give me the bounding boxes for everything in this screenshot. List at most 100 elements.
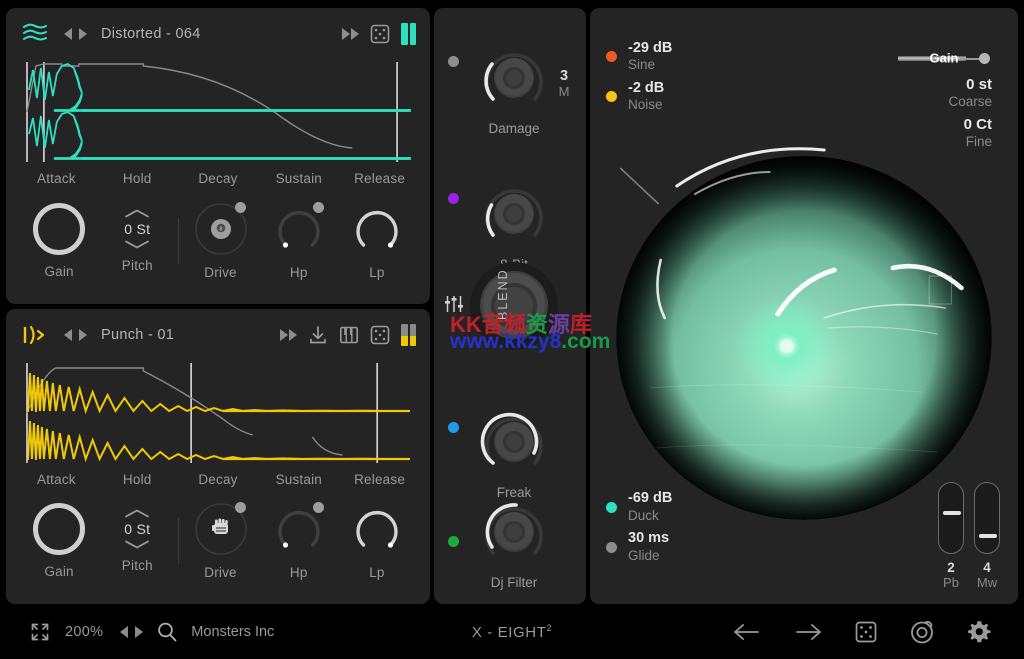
sine-dot[interactable] bbox=[606, 51, 617, 63]
lp-label: Lp bbox=[369, 565, 385, 581]
pitch-stepper[interactable]: 0 St bbox=[124, 209, 150, 249]
search-icon[interactable] bbox=[156, 621, 178, 643]
env-label-hold[interactable]: Hold bbox=[97, 472, 178, 487]
layer-1-envelope-display[interactable] bbox=[6, 60, 430, 164]
readout-glide[interactable]: 30 ms Glide bbox=[606, 530, 669, 564]
env-label-release[interactable]: Release bbox=[339, 171, 420, 186]
freak-knob[interactable] bbox=[478, 406, 550, 478]
svg-text:8: 8 bbox=[219, 226, 222, 232]
blend-knob[interactable] bbox=[466, 258, 562, 354]
download-icon[interactable] bbox=[308, 325, 328, 345]
next-preset-button[interactable] bbox=[79, 328, 87, 341]
pitch-stepper-cell-2: 0 St Pitch bbox=[98, 509, 176, 573]
keyboard-icon[interactable] bbox=[339, 325, 359, 345]
env-label-attack[interactable]: Attack bbox=[16, 171, 97, 186]
chevron-up-icon[interactable] bbox=[124, 509, 150, 518]
arrow-left-icon[interactable] bbox=[732, 620, 762, 644]
env-label-release[interactable]: Release bbox=[339, 472, 420, 487]
mixer-sliders-icon[interactable] bbox=[444, 294, 464, 314]
noise-value: -2 dB bbox=[628, 80, 665, 96]
next-preset-button[interactable] bbox=[79, 28, 87, 40]
fast-forward-icon[interactable] bbox=[280, 328, 297, 341]
lp-knob-cell-1: Lp bbox=[338, 202, 416, 280]
gain-knob[interactable] bbox=[33, 202, 86, 255]
hp-mod-dot[interactable] bbox=[312, 201, 324, 213]
djfilter-knob[interactable] bbox=[478, 496, 550, 568]
drive-label: Drive bbox=[204, 565, 237, 581]
next-icon[interactable] bbox=[135, 625, 144, 638]
djfilter-mod-dot[interactable] bbox=[448, 536, 459, 547]
eightbit-mod-dot[interactable] bbox=[448, 193, 459, 204]
visual-column: -29 dB Sine -2 dB Noise Gain 0 st Coarse… bbox=[590, 8, 1018, 604]
gear-icon[interactable] bbox=[966, 619, 992, 645]
layer-1-preset-name[interactable]: Distorted - 064 bbox=[101, 26, 201, 42]
dice-icon[interactable] bbox=[854, 620, 878, 644]
damage-knob-cell: Damage bbox=[478, 42, 550, 136]
pitch-stepper[interactable]: 0 St bbox=[124, 509, 150, 549]
duck-dot[interactable] bbox=[606, 501, 617, 513]
chevron-down-icon[interactable] bbox=[124, 240, 150, 249]
dice-icon[interactable] bbox=[370, 325, 390, 345]
coarse-tune[interactable]: 0 st Coarse bbox=[948, 76, 992, 110]
mw-slider[interactable] bbox=[974, 482, 1000, 554]
damage-label: Damage bbox=[488, 121, 540, 136]
zoom-level[interactable]: 200% bbox=[65, 624, 103, 640]
layer-2-envelope-display[interactable] bbox=[6, 361, 430, 465]
fast-forward-icon[interactable] bbox=[342, 28, 359, 40]
resize-icon[interactable] bbox=[28, 620, 52, 644]
damage-mod-dot[interactable] bbox=[448, 56, 459, 67]
env-label-attack[interactable]: Attack bbox=[16, 472, 97, 487]
gain-knob[interactable] bbox=[33, 503, 86, 556]
gain-slider-handle[interactable] bbox=[979, 53, 990, 64]
hp-label: Hp bbox=[289, 565, 308, 581]
env-label-decay[interactable]: Decay bbox=[178, 171, 259, 186]
readout-sine[interactable]: -29 dB Sine bbox=[606, 40, 672, 74]
browser-preset-name[interactable]: Monsters Inc bbox=[191, 624, 274, 640]
knob-divider bbox=[178, 518, 180, 565]
damage-value-number: 3 bbox=[559, 68, 569, 84]
eightbit-knob[interactable] bbox=[478, 178, 550, 250]
meter-icon[interactable] bbox=[401, 23, 416, 45]
layer-2-preset-name[interactable]: Punch - 01 bbox=[101, 327, 174, 343]
fine-tune[interactable]: 0 Ct Fine bbox=[964, 116, 992, 150]
freak-mod-dot[interactable] bbox=[448, 422, 459, 433]
hp-mod-dot[interactable] bbox=[312, 502, 324, 514]
pb-slider[interactable] bbox=[938, 482, 964, 554]
meter-icon[interactable] bbox=[401, 323, 416, 346]
arrow-right-icon[interactable] bbox=[793, 620, 823, 644]
chevron-up-icon[interactable] bbox=[124, 209, 150, 218]
lp-knob[interactable] bbox=[350, 502, 404, 556]
gain-slider[interactable]: Gain bbox=[898, 50, 990, 66]
wave-bracket-icon[interactable] bbox=[22, 324, 48, 346]
drive-mod-dot[interactable] bbox=[234, 502, 246, 514]
lp-knob[interactable] bbox=[350, 202, 404, 256]
layers-column: Distorted - 064 Attack Hold Decay Sustai… bbox=[6, 8, 430, 604]
target-icon[interactable] bbox=[909, 619, 935, 645]
blend-knob-cell bbox=[466, 258, 562, 354]
pitch-value[interactable]: 0 St bbox=[124, 521, 150, 537]
plugin-title-text: X - EIGHT bbox=[471, 623, 547, 641]
pitch-value[interactable]: 0 St bbox=[124, 221, 150, 237]
prev-preset-button[interactable] bbox=[64, 28, 72, 40]
glide-dot[interactable] bbox=[606, 541, 617, 553]
readout-duck[interactable]: -69 dB Duck bbox=[606, 490, 672, 524]
chevron-down-icon[interactable] bbox=[124, 540, 150, 549]
readout-noise[interactable]: -2 dB Noise bbox=[606, 80, 664, 114]
djfilter-label: Dj Filter bbox=[490, 575, 538, 590]
mw-slider-handle[interactable] bbox=[979, 534, 997, 538]
env-label-decay[interactable]: Decay bbox=[178, 472, 259, 487]
env-label-sustain[interactable]: Sustain bbox=[258, 472, 339, 487]
dice-icon[interactable] bbox=[370, 24, 390, 44]
layer-panel-1: Distorted - 064 Attack Hold Decay Sustai… bbox=[6, 8, 430, 304]
prev-preset-button[interactable] bbox=[64, 328, 72, 341]
pb-slider-handle[interactable] bbox=[943, 511, 961, 515]
waveform-lines-icon[interactable] bbox=[22, 23, 48, 45]
prev-icon[interactable] bbox=[120, 625, 129, 638]
pitch-label: Pitch bbox=[121, 558, 153, 574]
mw-value: 4 bbox=[983, 560, 991, 575]
env-label-sustain[interactable]: Sustain bbox=[258, 171, 339, 186]
drive-mod-dot[interactable] bbox=[234, 201, 246, 213]
damage-knob[interactable] bbox=[478, 42, 550, 114]
noise-dot[interactable] bbox=[606, 91, 617, 103]
env-label-hold[interactable]: Hold bbox=[97, 171, 178, 186]
